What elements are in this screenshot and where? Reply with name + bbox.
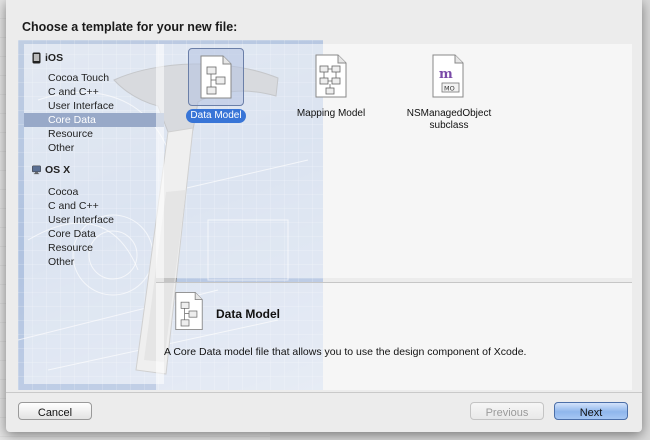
svg-text:m: m [439,67,453,82]
data-model-icon [175,292,203,330]
iphone-icon [32,52,41,64]
template-category-sidebar: iOS Cocoa Touch C and C++ User Interface… [24,44,164,384]
sidebar-section-ios[interactable]: iOS [32,52,63,64]
sidebar-item-osx-cocoa[interactable]: Cocoa [24,185,164,199]
mapping-model-icon [315,54,347,98]
detail-description: A Core Data model file that allows you t… [164,346,527,358]
sidebar-item-osx-other[interactable]: Other [24,255,164,269]
sidebar-item-osx-c-and-cpp[interactable]: C and C++ [24,199,164,213]
sidebar-item-ios-cocoa-touch[interactable]: Cocoa Touch [24,71,164,85]
dialog-title: Choose a template for your new file: [22,20,238,34]
sidebar-item-osx-resource[interactable]: Resource [24,241,164,255]
section-label-osx: OS X [45,164,71,176]
template-label: Mapping Model [296,108,366,119]
svg-text:MO: MO [444,85,455,93]
button-bar-divider [6,392,642,393]
sidebar-section-osx[interactable]: OS X [32,164,70,176]
sidebar-item-ios-c-and-cpp[interactable]: C and C++ [24,85,164,99]
sidebar-item-ios-other[interactable]: Other [24,141,164,155]
sidebar-item-osx-user-interface[interactable]: User Interface [24,213,164,227]
template-nsmanagedobject-subclass[interactable]: m MO NSManagedObject subclass [400,48,496,131]
section-label-ios: iOS [45,52,64,64]
next-button[interactable]: Next [554,402,628,420]
data-model-icon [200,55,232,99]
sidebar-item-ios-core-data[interactable]: Core Data [24,113,164,127]
sidebar-item-ios-resource[interactable]: Resource [24,127,164,141]
template-label: NSManagedObject subclass [406,108,492,131]
sidebar-item-ios-user-interface[interactable]: User Interface [24,99,164,113]
previous-button[interactable]: Previous [470,402,544,420]
cancel-button[interactable]: Cancel [18,402,92,420]
template-label: Data Model [186,109,246,123]
mac-icon [32,165,41,175]
template-data-model[interactable]: Data Model [172,48,260,128]
template-detail-pane: Data Model A Core Data model file that a… [156,283,632,390]
managed-object-icon: m MO [432,54,464,98]
template-mapping-model[interactable]: Mapping Model [287,48,375,128]
detail-title: Data Model [216,307,281,321]
sidebar-item-osx-core-data[interactable]: Core Data [24,227,164,241]
template-grid: Data Model Mapping Model m MO NSManagedO… [156,44,632,278]
new-file-sheet: Choose a template for your new file: iOS… [6,0,642,432]
